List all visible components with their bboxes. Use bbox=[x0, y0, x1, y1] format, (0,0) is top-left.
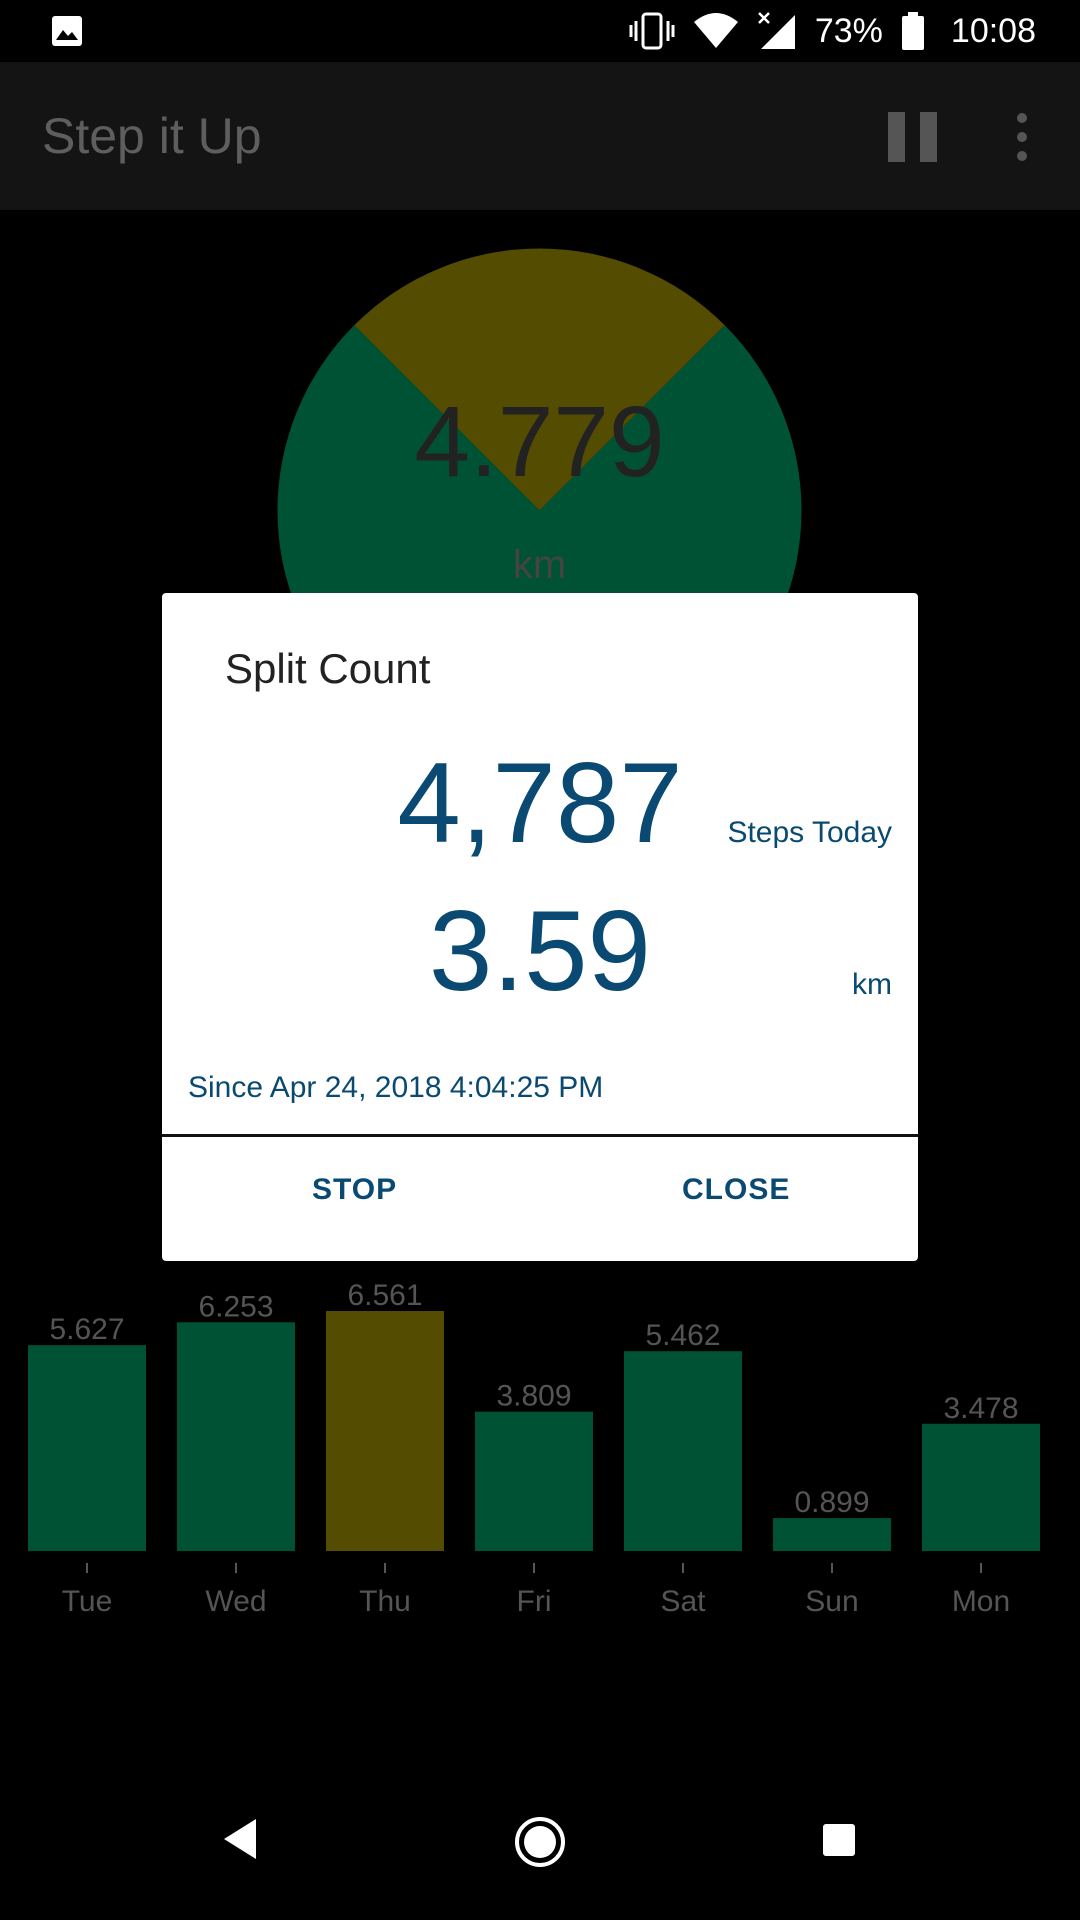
bar-value-label: 5.462 bbox=[645, 1319, 720, 1352]
x-axis-label: Wed bbox=[205, 1585, 266, 1618]
app-bar: Step it Up bbox=[0, 62, 1080, 210]
signal-icon bbox=[757, 11, 797, 51]
home-icon[interactable] bbox=[513, 1815, 567, 1869]
bar-value-label: 0.899 bbox=[794, 1486, 869, 1519]
bar-value-label: 3.809 bbox=[496, 1380, 571, 1413]
status-bar: 73% 10:08 bbox=[0, 0, 1080, 62]
overflow-menu-icon[interactable] bbox=[1010, 112, 1034, 162]
navigation-bar bbox=[0, 1780, 1080, 1920]
vibrate-icon bbox=[629, 11, 675, 51]
bar-sat bbox=[624, 1351, 742, 1551]
x-axis-label: Sun bbox=[805, 1585, 858, 1618]
recents-icon[interactable] bbox=[822, 1823, 856, 1857]
bar-tue bbox=[28, 1345, 146, 1551]
x-axis-label: Fri bbox=[517, 1585, 552, 1618]
pause-icon[interactable] bbox=[888, 112, 938, 162]
bar-value-label: 3.478 bbox=[943, 1392, 1018, 1425]
bar-mon bbox=[922, 1423, 1040, 1551]
bar-value-label: 6.561 bbox=[347, 1279, 422, 1312]
split-count-dialog: Split Count 4,787 Steps Today 3.59 km Si… bbox=[162, 593, 918, 1261]
wifi-icon bbox=[693, 12, 739, 50]
stop-button[interactable]: STOP bbox=[312, 1173, 397, 1207]
bar-value-label: 6.253 bbox=[198, 1290, 273, 1323]
battery-icon bbox=[901, 11, 925, 51]
x-axis-label: Tue bbox=[62, 1585, 113, 1618]
steps-label: Steps Today bbox=[727, 816, 892, 849]
battery-percent: 73% bbox=[814, 11, 883, 50]
weekly-bar-chart: 5.627 Tue 6.253 Wed 6.561 Thu 3.809 Fri 5.462 Sat… bbox=[28, 1279, 1040, 1618]
pie-distance-unit: km bbox=[512, 543, 567, 587]
dialog-divider bbox=[162, 1134, 918, 1137]
clock: 10:08 bbox=[950, 11, 1036, 50]
x-axis-label: Thu bbox=[359, 1585, 411, 1618]
x-axis-label: Sat bbox=[660, 1585, 706, 1618]
bar-value-label: 5.627 bbox=[49, 1313, 124, 1346]
bar-wed bbox=[177, 1322, 295, 1551]
image-icon bbox=[52, 16, 82, 46]
back-icon[interactable] bbox=[220, 1817, 260, 1861]
x-axis-label: Mon bbox=[952, 1585, 1010, 1618]
bar-thu bbox=[326, 1311, 444, 1551]
distance-unit-label: km bbox=[852, 968, 892, 1001]
app-title: Step it Up bbox=[42, 108, 262, 164]
pie-distance-value: 4.779 bbox=[414, 386, 665, 498]
bar-fri bbox=[475, 1411, 593, 1551]
distance-value: 3.59 bbox=[429, 888, 651, 1015]
close-button[interactable]: CLOSE bbox=[682, 1173, 790, 1207]
since-timestamp: Since Apr 24, 2018 4:04:25 PM bbox=[188, 1071, 604, 1104]
bar-sun bbox=[773, 1518, 891, 1551]
dialog-title: Split Count bbox=[225, 645, 431, 692]
